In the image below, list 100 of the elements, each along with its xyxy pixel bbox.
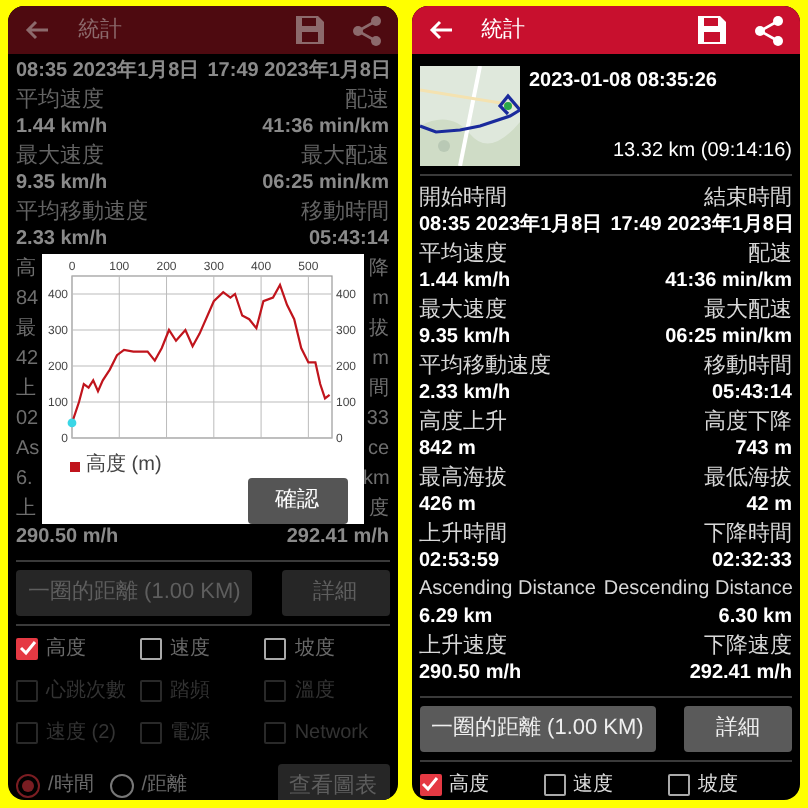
- share-icon[interactable]: [351, 15, 381, 45]
- back-icon[interactable]: [24, 18, 50, 42]
- stat-value: 08:35 2023年1月8日: [419, 212, 603, 240]
- checkbox-label: 速度: [170, 635, 211, 663]
- stat-value: 41:36 min/km: [262, 114, 389, 142]
- radio-button[interactable]: [16, 773, 40, 798]
- stat-label: 平均速度: [16, 86, 104, 114]
- stat-label: 下降時間: [704, 520, 792, 548]
- stat-value: 842 m: [419, 436, 476, 464]
- stat-text: 最: [16, 316, 38, 344]
- stat-text: km: [363, 466, 389, 494]
- checkbox[interactable]: [543, 773, 566, 795]
- stat-label: 最大速度: [16, 142, 104, 170]
- legend-swatch: [70, 461, 80, 471]
- screen-title: 統計: [481, 15, 527, 46]
- stat-text: ce: [365, 436, 389, 464]
- checkbox[interactable]: [667, 773, 690, 795]
- stat-value: 426 m: [419, 492, 476, 520]
- stat-value: 05:43:14: [711, 380, 792, 408]
- radio-button[interactable]: [109, 773, 134, 798]
- checkbox-label: 高度: [46, 635, 86, 663]
- legend-label: 高度 (m): [86, 454, 162, 478]
- stat-value: 2.33 km/h: [16, 226, 108, 254]
- stat-label: 配速: [345, 86, 389, 114]
- stat-text: 84: [16, 286, 41, 314]
- stat-value: 292.41 m/h: [689, 660, 792, 688]
- stat-text: 上: [16, 495, 38, 524]
- checkbox-label: 坡度: [697, 771, 738, 799]
- lap-distance-button[interactable]: 一圈的距離 (1.00 KM): [419, 706, 656, 751]
- stat-value: 42 m: [746, 492, 792, 520]
- checkbox-label: 高度: [449, 771, 489, 799]
- checkbox[interactable]: [419, 773, 441, 795]
- stat-label: 平均速度: [419, 240, 507, 268]
- stat-label: 移動時間: [301, 198, 389, 226]
- stat-text: As: [16, 436, 42, 464]
- stat-label: 下降速度: [704, 632, 792, 660]
- stat-label: 上升時間: [419, 520, 507, 548]
- stat-value: 1.44 km/h: [419, 268, 511, 296]
- checkbox[interactable]: [140, 637, 163, 659]
- track-date: 2023-01-08 08:35:26: [529, 68, 719, 96]
- checkbox[interactable]: [264, 637, 287, 659]
- stat-label: 結束時間: [704, 184, 792, 212]
- checkbox-label: 坡度: [294, 635, 335, 663]
- stat-value: 743 m: [735, 436, 792, 464]
- stat-value: 6.30 km: [718, 604, 792, 632]
- stat-value: 292.41 m/h: [286, 524, 389, 552]
- stat-label: 配速: [748, 240, 792, 268]
- track-distance: 13.32 km (09:14:16): [611, 138, 792, 166]
- stat-text: 6.: [16, 466, 35, 494]
- stat-value: 17:49 2023年1月8日: [610, 212, 794, 240]
- stat-label: Descending Distance: [603, 576, 793, 604]
- confirm-button[interactable]: 確認: [247, 478, 347, 523]
- save-icon[interactable]: [295, 16, 323, 44]
- stat-label: 最大配速: [704, 296, 792, 324]
- checkbox-label: 速度: [573, 771, 614, 799]
- stat-text: 33: [364, 406, 389, 434]
- stat-text: 上: [16, 375, 38, 404]
- stat-value: 02:53:59: [419, 548, 500, 576]
- stat-value: 9.35 km/h: [16, 170, 108, 198]
- stat-label: 最大配速: [301, 142, 389, 170]
- stat-value: 6.29 km: [419, 604, 493, 632]
- share-icon[interactable]: [754, 15, 784, 45]
- stat-label: 平均移動速度: [16, 198, 148, 226]
- stat-value: 17:49 2023年1月8日: [207, 58, 391, 86]
- stat-label: 移動時間: [704, 352, 792, 380]
- stat-label: 高度上升: [419, 408, 507, 436]
- details-button[interactable]: 詳細: [684, 706, 792, 751]
- stat-text: 02: [16, 406, 41, 434]
- checkbox[interactable]: [16, 637, 38, 659]
- stat-value: 290.50 m/h: [16, 524, 119, 552]
- stat-value: 06:25 min/km: [262, 170, 389, 198]
- stat-text: 間: [367, 376, 389, 404]
- stat-text: 拔: [367, 316, 389, 344]
- stat-label: Ascending Distance: [419, 576, 596, 604]
- stat-label: 最低海拔: [704, 464, 792, 492]
- stat-text: m: [370, 346, 389, 374]
- stat-value: 9.35 km/h: [419, 324, 511, 352]
- stat-value: 1.44 km/h: [16, 114, 108, 142]
- stat-value: 02:32:33: [711, 548, 792, 576]
- stat-label: 開始時間: [419, 184, 507, 212]
- stat-label: 最大速度: [419, 296, 507, 324]
- stat-value: 06:25 min/km: [665, 324, 792, 352]
- stat-text: 降: [367, 256, 389, 284]
- stat-label: 上升速度: [419, 632, 507, 660]
- stat-text: 42: [16, 346, 41, 374]
- radio-label: /距離: [141, 772, 188, 800]
- stat-value: 41:36 min/km: [665, 268, 792, 296]
- screen-title: 統計: [78, 15, 124, 46]
- stat-text: 高: [16, 255, 38, 284]
- radio-label: /時間: [48, 771, 94, 800]
- save-icon[interactable]: [698, 16, 726, 44]
- stat-label: 高度下降: [704, 408, 792, 436]
- stat-text: 度: [367, 495, 389, 524]
- stat-text: m: [370, 286, 389, 314]
- start-marker: [67, 418, 77, 428]
- stat-value: 08:35 2023年1月8日: [16, 58, 200, 86]
- stat-label: 平均移動速度: [419, 352, 551, 380]
- stat-label: 最高海拔: [419, 464, 507, 492]
- stat-value: 290.50 m/h: [419, 660, 522, 688]
- stat-value: 05:43:14: [308, 226, 389, 254]
